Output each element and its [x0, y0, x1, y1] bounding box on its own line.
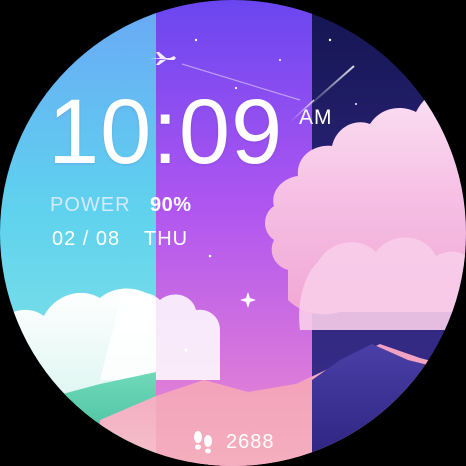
battery-percentage: 90% [150, 194, 192, 216]
am-pm-indicator: AM [299, 106, 333, 129]
watch-face: 10:09 AM POWER 90% 02 / 08 THU 2688 [0, 0, 466, 466]
step-count: 2688 [226, 430, 275, 453]
weekday-display: THU [144, 228, 189, 250]
power-label: POWER [50, 194, 131, 216]
footprints-icon [194, 431, 212, 454]
step-counter[interactable]: 2688 [190, 428, 275, 456]
time-display: 10:09 [48, 81, 284, 183]
date-display: 02 / 08 [52, 228, 121, 250]
